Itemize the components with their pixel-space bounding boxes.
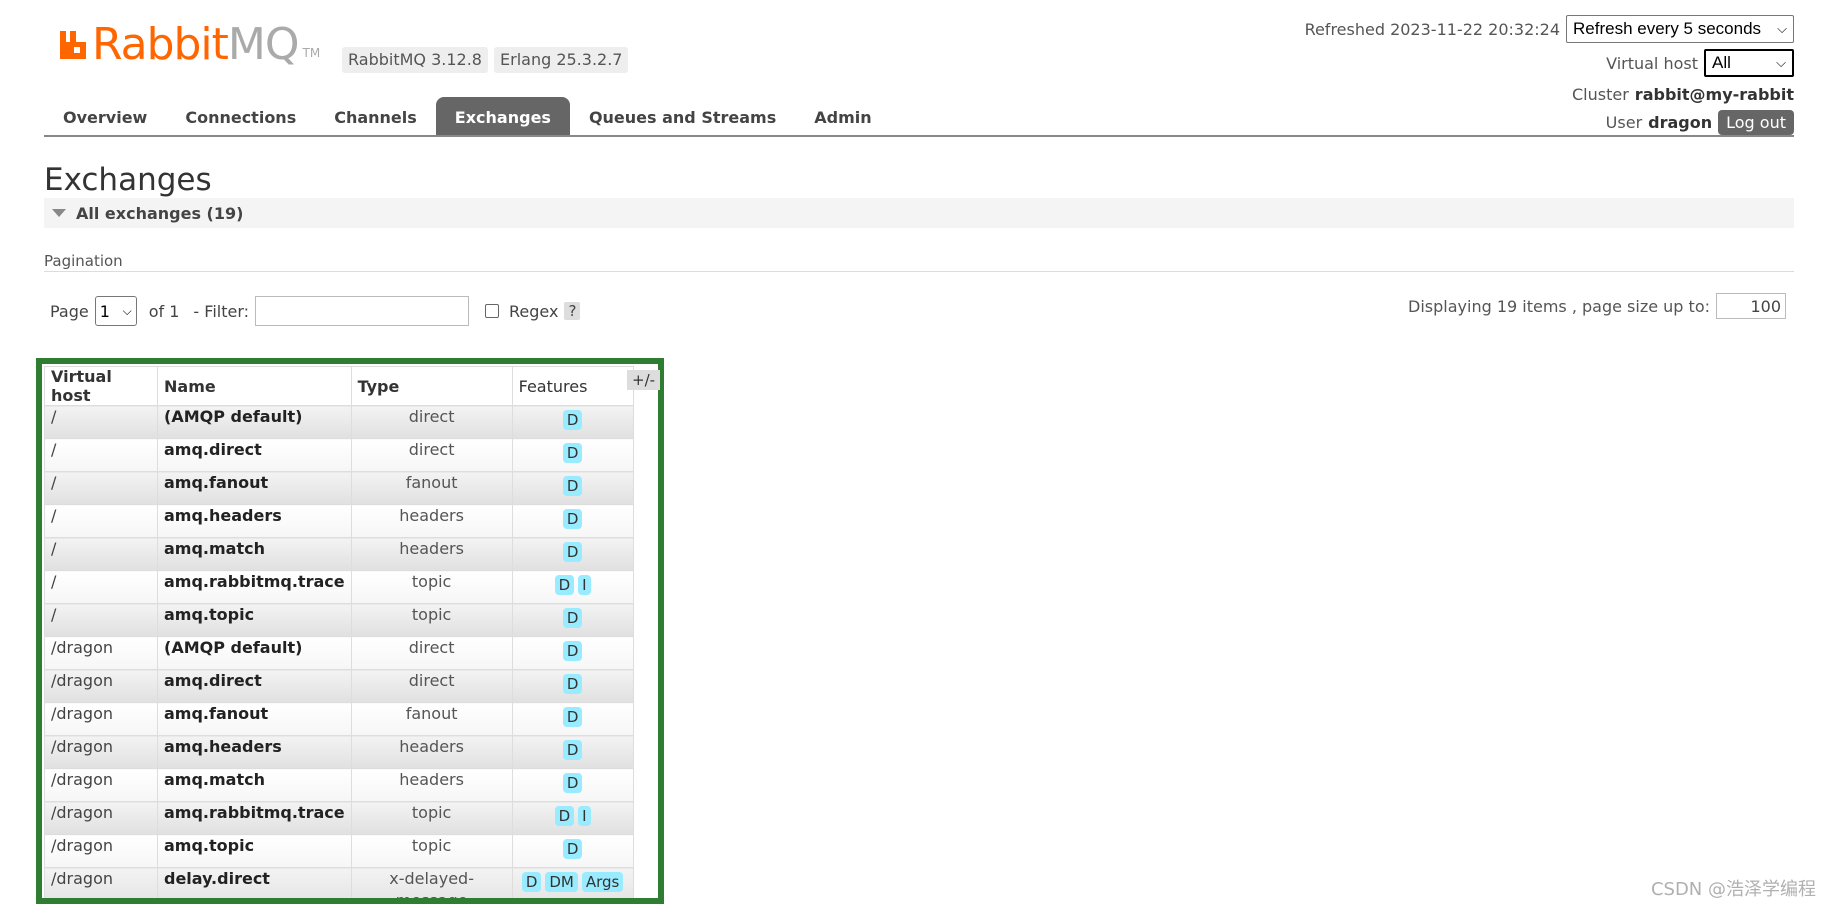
all-exchanges-section-toggle[interactable]: All exchanges (19) [44, 198, 1794, 228]
page-label: Page [50, 301, 89, 321]
regex-label: Regex [509, 301, 559, 321]
virtual-host-value: All [1712, 53, 1731, 72]
tab-channels[interactable]: Channels [315, 97, 436, 135]
logo-text-mq: MQ [227, 19, 300, 70]
section-title: All exchanges (19) [76, 203, 244, 223]
erlang-version-badge: Erlang 25.3.2.7 [494, 47, 629, 73]
refresh-interval-select[interactable]: Refresh every 5 seconds ⌵ [1566, 15, 1794, 43]
refresh-interval-value: Refresh every 5 seconds [1573, 19, 1762, 38]
tab-admin[interactable]: Admin [795, 97, 890, 135]
logo-text-rabbit: Rabbit [92, 19, 229, 70]
tab-connections[interactable]: Connections [166, 97, 315, 135]
tab-queues-and-streams[interactable]: Queues and Streams [570, 97, 795, 135]
chevron-down-icon: ⌵ [1776, 55, 1786, 70]
filter-label: - Filter: [193, 301, 250, 321]
page-select[interactable]: 1 ⌵ [94, 296, 137, 326]
regex-checkbox[interactable] [485, 304, 500, 318]
page-select-value: 1 [99, 301, 110, 321]
pagination-divider [44, 271, 1794, 272]
pagination-controls: Page 1 ⌵ of 1 - Filter: Regex ? [50, 296, 581, 326]
tab-exchanges[interactable]: Exchanges [435, 97, 570, 135]
rabbit-logo-icon [58, 31, 88, 61]
logo-trademark: TM [302, 46, 321, 60]
virtual-host-label: Virtual host [1606, 53, 1698, 73]
display-count-info: Displaying 19 items , page size up to: 1… [1408, 293, 1786, 319]
pagination-heading: Pagination [44, 252, 123, 270]
chevron-down-icon: ⌵ [1777, 21, 1787, 36]
tab-overview[interactable]: Overview [44, 97, 166, 135]
virtual-host-select[interactable]: All ⌵ [1704, 49, 1794, 77]
page-count-label: of 1 [148, 301, 180, 321]
column-toggle-button[interactable]: +/- [627, 370, 661, 390]
collapse-triangle-icon [52, 209, 66, 217]
rabbitmq-logo: Rabbit MQ TM [58, 20, 320, 70]
display-count-text: Displaying 19 items , page size up to: [1408, 296, 1710, 316]
chevron-down-icon: ⌵ [122, 303, 132, 318]
main-nav-tabs: Overview Connections Channels Exchanges … [44, 97, 1794, 137]
filter-input[interactable] [255, 296, 470, 326]
regex-help-button[interactable]: ? [564, 302, 581, 320]
rabbitmq-version-badge: RabbitMQ 3.12.8 [342, 47, 488, 73]
highlight-frame [36, 358, 664, 904]
page-size-input[interactable]: 100 [1716, 293, 1786, 319]
refreshed-timestamp: Refreshed 2023-11-22 20:32:24 [1304, 19, 1560, 39]
page-title: Exchanges [44, 162, 212, 198]
watermark: CSDN @浩泽学编程 [1650, 879, 1816, 900]
